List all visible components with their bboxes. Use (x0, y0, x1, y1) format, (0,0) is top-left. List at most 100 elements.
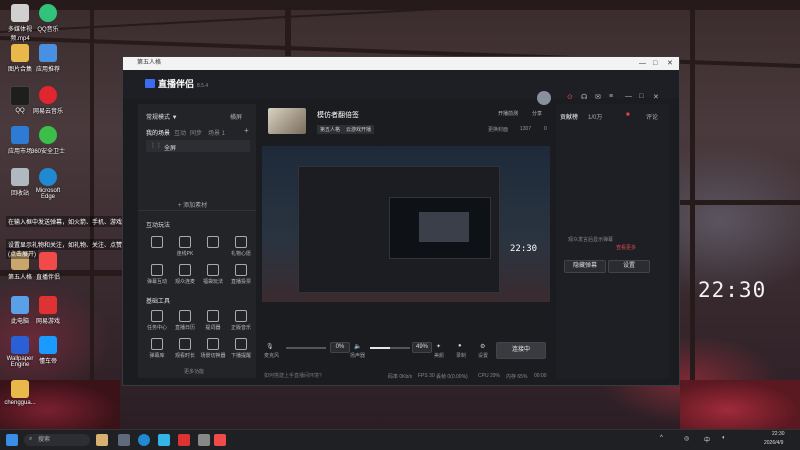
record-icon[interactable]: ● (458, 343, 462, 349)
close-app-button[interactable]: ✕ (653, 93, 659, 101)
stream-cover-thumbnail[interactable] (268, 108, 306, 134)
start-button-icon[interactable] (6, 434, 18, 446)
desktop-icon[interactable]: 应用推荐 (28, 44, 68, 73)
speaker-icon[interactable]: 🔈 (354, 343, 361, 350)
desktop-icon[interactable]: chenggua... (0, 380, 40, 406)
desktop-icon[interactable]: Microsoft Edge (28, 168, 68, 200)
taskbar-search[interactable]: 搜索 (24, 434, 90, 446)
desktop-icon[interactable]: 360安全卫士 (28, 126, 68, 155)
network-icon[interactable]: ◎ (684, 435, 689, 442)
tool-item[interactable]: 场景切换器 (200, 338, 226, 359)
interact-item[interactable]: 福袋玩法 (200, 264, 226, 285)
desktop-icon[interactable]: QQ音乐 (28, 4, 68, 33)
tag-game[interactable]: 第五人格 (317, 125, 344, 134)
beauty-icon[interactable]: ✦ (436, 343, 441, 350)
mic-icon[interactable]: 🎙 (266, 343, 274, 350)
tool-item[interactable]: 正版音乐 (228, 310, 254, 331)
speaker-volume-slider[interactable] (370, 347, 410, 349)
mic-volume-value[interactable]: 0% (330, 342, 350, 353)
pre-check-button[interactable]: 开播前测 (498, 110, 518, 117)
tool-item[interactable]: 观看时长 (172, 338, 198, 359)
mic-volume-slider[interactable] (286, 347, 326, 349)
status-fps: FPS 30 (418, 373, 435, 379)
volume-icon[interactable]: ◐ (722, 435, 726, 441)
tab-contribution[interactable]: 贡献榜 (560, 112, 578, 121)
stream-title[interactable]: 模仿者翻倍签 (317, 110, 359, 120)
tab-interact[interactable]: 互动 (174, 128, 186, 137)
tool-item-label: 弹幕库 (149, 353, 165, 359)
live-taskbar-icon[interactable] (214, 434, 226, 446)
app-version: 8.5.4 (197, 83, 209, 89)
mode-dropdown[interactable]: 常规模式 ▼ (146, 112, 178, 121)
task-view-icon[interactable] (118, 434, 130, 446)
scene-item-label: 全屏 (164, 146, 177, 152)
interact-item[interactable]: 弹幕互动 (144, 264, 170, 285)
start-stream-button[interactable]: 连接中 (496, 342, 546, 359)
tool-item-label: 提词器 (205, 325, 221, 331)
live-preview[interactable]: 22:30 (262, 146, 550, 302)
live-companion-icon (39, 252, 57, 270)
share-button[interactable]: 分享 (532, 110, 542, 117)
headset-icon[interactable]: ☊ (581, 93, 587, 101)
app-taskbar-icon[interactable] (178, 434, 190, 446)
interact-item[interactable] (200, 236, 226, 250)
interact-item-label: 连线PK (176, 251, 194, 257)
tool-item-label: 下播提醒 (230, 353, 251, 359)
menu-icon[interactable]: ≡ (609, 93, 613, 100)
orientation-toggle[interactable]: 横屏 (230, 112, 242, 121)
settings-icon[interactable]: ⚙ (480, 343, 485, 350)
tab-comments[interactable]: 评论 (646, 112, 658, 121)
tool-item[interactable]: 下播提醒 (228, 338, 254, 359)
tray-overflow-icon[interactable]: ^ (660, 435, 663, 441)
tab-sync[interactable]: 同步 (190, 128, 202, 137)
tool-item[interactable]: 提词器 (200, 310, 226, 331)
tab-scene-1[interactable]: 场景 1 (208, 128, 225, 137)
store-taskbar-icon[interactable] (158, 434, 170, 446)
widget-icon[interactable] (96, 434, 108, 446)
speaker-volume-value[interactable]: 49% (412, 342, 432, 353)
add-source-button[interactable]: + 添加素材 (178, 200, 207, 209)
interact-item[interactable]: 直播投票 (228, 264, 254, 285)
tool-item[interactable]: 任务中心 (144, 310, 170, 331)
help-tip-link[interactable]: 如何搭建上手直播间环境? (264, 372, 322, 379)
message-icon[interactable]: ✉ (595, 93, 601, 101)
tool-item-label: 任务中心 (146, 325, 167, 331)
notification-icon[interactable]: ⊙ (567, 93, 573, 101)
add-scene-button[interactable]: + (244, 126, 249, 135)
interact-item[interactable]: 连线PK (172, 236, 198, 257)
desktop-icon[interactable]: 网易游戏 (28, 296, 68, 325)
taskbar-date[interactable]: 2026/4/9 (764, 440, 783, 446)
desktop-icon[interactable]: 网易云音乐 (28, 86, 68, 115)
danmaku-settings-button[interactable]: 设置 (608, 260, 650, 273)
close-button[interactable]: ✕ (667, 57, 673, 70)
more-features-link[interactable]: 更多功能 (184, 368, 204, 375)
interact-item[interactable]: 礼物心愿 (228, 236, 254, 257)
cover-change-button[interactable]: 更换封面 (488, 126, 508, 133)
interact-item[interactable] (144, 236, 170, 250)
desktop-icon-label: Microsoft Edge (35, 188, 61, 200)
avatar[interactable] (537, 91, 551, 105)
edge-taskbar-icon[interactable] (138, 434, 150, 446)
hide-danmaku-button[interactable]: 隐藏弹幕 (564, 260, 606, 273)
tag-cloud[interactable]: 云游戏开播 (343, 125, 375, 134)
tool-item[interactable]: 弹幕库 (144, 338, 170, 359)
tool-item[interactable]: 直播日历 (172, 310, 198, 331)
interact-item[interactable]: 观众连麦 (172, 264, 198, 285)
maximize-button[interactable]: □ (653, 57, 657, 70)
view-more-link[interactable]: 查看更多 (616, 244, 636, 251)
computer-icon (11, 296, 29, 314)
taskbar-time[interactable]: 22:30 (772, 431, 785, 437)
red-badge-icon: ■ (626, 112, 630, 118)
minimize-app-button[interactable]: — (625, 93, 632, 100)
minimize-button[interactable]: — (639, 57, 646, 70)
scene-item[interactable]: ⋮⋮ 全屏 (146, 140, 250, 152)
app-taskbar-icon[interactable] (198, 434, 210, 446)
ime-language[interactable]: 中 (704, 435, 710, 444)
folder-icon (11, 380, 29, 398)
desktop-icon-label: QQ音乐 (37, 27, 59, 33)
interact-item-label: 观众连麦 (174, 279, 195, 285)
desktop-icon[interactable]: 懂车帝 (28, 336, 68, 365)
tab-my-scenes[interactable]: 我的场景 (146, 128, 170, 137)
maximize-app-button[interactable]: □ (639, 93, 643, 100)
tab-count[interactable]: 1/0万 (588, 112, 602, 121)
